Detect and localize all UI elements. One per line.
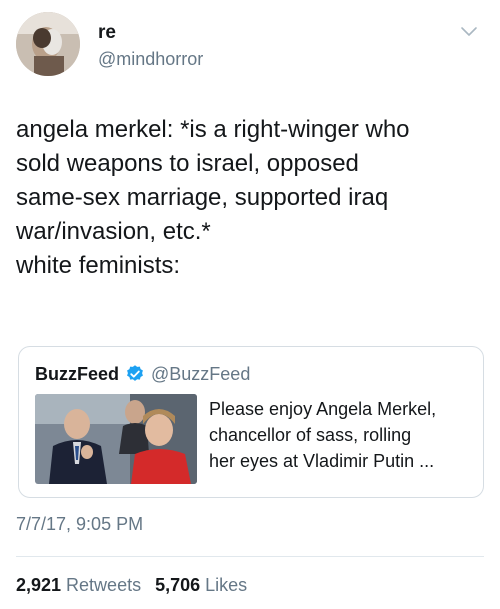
quoted-tweet-text-line: chancellor of sass, rolling	[209, 425, 412, 445]
tweet-text-line: war/invasion, etc.*	[16, 218, 211, 245]
tweet-text-line: angela merkel: *is a right-winger who	[16, 116, 410, 143]
verified-badge-icon	[127, 365, 143, 381]
display-name[interactable]: re	[98, 22, 116, 44]
retweets-stat[interactable]: 2,921 Retweets	[16, 575, 141, 596]
user-handle[interactable]: @mindhorror	[98, 49, 203, 70]
quoted-tweet-handle: @BuzzFeed	[151, 363, 251, 384]
likes-count: 5,706	[155, 575, 201, 595]
tweet-text-line: same-sex marriage, supported iraq	[16, 184, 389, 211]
quoted-tweet-card[interactable]: BuzzFeed @BuzzFeed Please enjoy Angela M…	[18, 346, 484, 498]
quoted-tweet-name: BuzzFeed	[35, 363, 120, 384]
tweet-stats: 2,921 Retweets 5,706 Likes	[16, 575, 261, 596]
avatar[interactable]	[16, 12, 80, 76]
retweets-label: Retweets	[66, 575, 142, 595]
divider	[16, 556, 484, 557]
quoted-tweet-image[interactable]	[35, 394, 197, 484]
avatar-photo	[16, 12, 80, 76]
quoted-tweet-text: Please enjoy Angela Merkel, chancellor o…	[209, 396, 477, 474]
likes-stat[interactable]: 5,706 Likes	[155, 575, 247, 596]
quoted-tweet-text-line: Please enjoy Angela Merkel,	[209, 399, 437, 419]
tweet-text-line: white feminists:	[16, 252, 181, 279]
likes-label: Likes	[205, 575, 248, 595]
quoted-tweet-text-line: her eyes at Vladimir Putin ...	[209, 451, 435, 471]
tweet-timestamp[interactable]: 7/7/17, 9:05 PM	[16, 514, 143, 535]
photo-merkel-putin	[35, 394, 197, 484]
tweet-text: angela merkel: *is a right-winger who so…	[16, 113, 486, 283]
chevron-down-icon[interactable]	[460, 24, 478, 38]
tweet-text-line: sold weapons to israel, opposed	[16, 150, 359, 177]
tweet-header: re @mindhorror	[14, 12, 486, 82]
retweets-count: 2,921	[16, 575, 62, 595]
quoted-tweet-header: BuzzFeed @BuzzFeed	[35, 361, 250, 387]
